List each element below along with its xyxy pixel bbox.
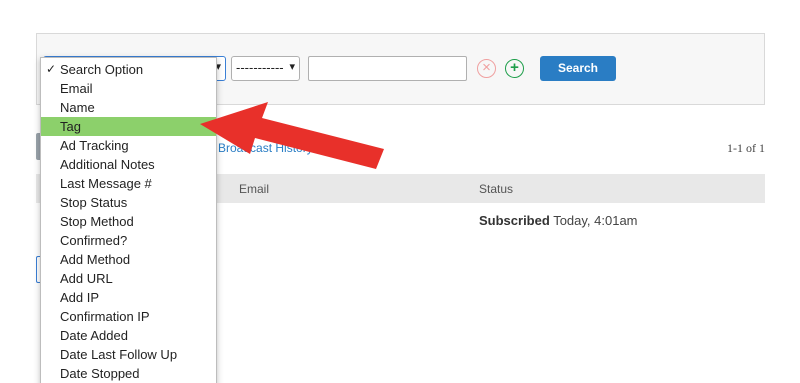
dropdown-item[interactable]: Confirmed?: [41, 231, 216, 250]
dropdown-item[interactable]: Add URL: [41, 269, 216, 288]
dropdown-item[interactable]: ✓ Search Option: [41, 60, 216, 79]
search-button[interactable]: Search: [540, 56, 616, 81]
dropdown-item[interactable]: Last Message #: [41, 174, 216, 193]
pagination-text: 1-1 of 1: [727, 141, 765, 155]
dropdown-item[interactable]: Stop Status: [41, 193, 216, 212]
dropdown-item-label: Search Option: [60, 62, 144, 77]
dropdown-item[interactable]: Ad Tracking: [41, 136, 216, 155]
broadcast-history-link[interactable]: Broadcast History: [218, 141, 313, 155]
column-status[interactable]: Status: [479, 182, 513, 196]
dropdown-item[interactable]: Add IP: [41, 288, 216, 307]
dropdown-item[interactable]: Date Last Follow Up: [41, 345, 216, 364]
arrow-shape: [200, 102, 384, 169]
search-value-input[interactable]: [308, 56, 467, 81]
operator-value: -----------: [236, 60, 284, 75]
dropdown-item[interactable]: Email: [41, 79, 216, 98]
dropdown-item[interactable]: Date Added: [41, 326, 216, 345]
chevron-down-icon: ▾: [289, 61, 295, 73]
dropdown-item[interactable]: Add Method: [41, 250, 216, 269]
search-option-dropdown: ✓ Search Option Email Name Tag Ad Tracki…: [40, 57, 217, 383]
checkmark-icon: ✓: [46, 62, 57, 76]
row-status: Subscribed Today, 4:01am: [479, 213, 638, 228]
dropdown-item-tag[interactable]: Tag: [41, 117, 216, 136]
status-time: Today, 4:01am: [553, 213, 638, 228]
dropdown-item[interactable]: Name: [41, 98, 216, 117]
dropdown-item[interactable]: Stop Method: [41, 212, 216, 231]
dropdown-item[interactable]: Confirmation IP: [41, 307, 216, 326]
dropdown-item[interactable]: Additional Notes: [41, 155, 216, 174]
operator-select[interactable]: ----------- ▾: [231, 56, 300, 81]
add-condition-icon[interactable]: +: [505, 59, 524, 78]
column-email[interactable]: Email: [239, 182, 269, 196]
remove-condition-icon[interactable]: ×: [477, 59, 496, 78]
dropdown-item[interactable]: Date Stopped: [41, 364, 216, 383]
status-subscribed: Subscribed: [479, 213, 550, 228]
